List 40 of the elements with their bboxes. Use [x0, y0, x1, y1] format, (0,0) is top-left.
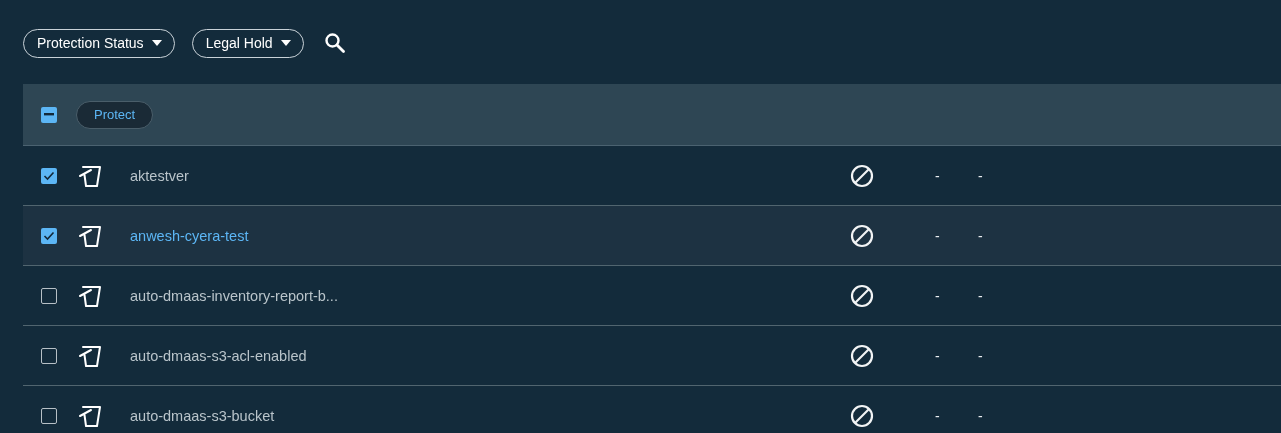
table-row[interactable]: anwesh-cyera-test - - — [23, 206, 1281, 266]
blocked-icon — [850, 343, 874, 368]
minus-icon — [44, 113, 54, 116]
table-row[interactable]: auto-dmaas-inventory-report-b... - - — [23, 266, 1281, 326]
table-cell: - — [978, 407, 983, 424]
table-cell: - — [978, 167, 983, 184]
table-row[interactable]: auto-dmaas-s3-bucket - - — [23, 386, 1281, 433]
table-cell: - — [978, 227, 983, 244]
table-row[interactable]: auto-dmaas-s3-acl-enabled - - — [23, 326, 1281, 386]
checkbox[interactable] — [41, 407, 57, 424]
bucket-icon — [77, 223, 103, 248]
bucket-name[interactable]: anwesh-cyera-test — [130, 227, 850, 244]
bucket-icon — [77, 403, 103, 428]
table-cell: - — [978, 347, 983, 364]
bucket-name[interactable]: auto-dmaas-inventory-report-b... — [130, 287, 850, 304]
checkbox[interactable] — [41, 347, 57, 364]
bucket-name[interactable]: auto-dmaas-s3-acl-enabled — [130, 347, 850, 364]
caret-icon — [151, 40, 162, 46]
select-all-checkbox[interactable] — [41, 106, 57, 123]
blocked-icon — [850, 163, 874, 188]
table-cell-text: - — [935, 227, 941, 244]
bucket-icon — [77, 163, 103, 188]
table-cell: - — [978, 287, 983, 304]
table-cell-text: - — [935, 347, 941, 364]
checkbox[interactable] — [41, 287, 57, 304]
table-cell-text: - — [935, 167, 941, 184]
search-icon[interactable] — [323, 32, 346, 54]
blocked-icon — [850, 223, 874, 248]
bucket-icon — [77, 283, 103, 308]
checkbox[interactable] — [41, 167, 57, 184]
table-cell-text: - — [935, 287, 941, 304]
blocked-icon — [850, 403, 874, 428]
bucket-name[interactable]: auto-dmaas-s3-bucket — [130, 407, 850, 424]
bucket-name[interactable]: aktestver — [130, 167, 850, 184]
bucket-icon — [77, 343, 103, 368]
caret-icon — [280, 40, 291, 46]
protect-button[interactable]: Protect — [76, 100, 154, 129]
checkbox[interactable] — [41, 227, 57, 244]
table-cell-text: - — [935, 407, 941, 424]
blocked-icon — [850, 283, 874, 308]
